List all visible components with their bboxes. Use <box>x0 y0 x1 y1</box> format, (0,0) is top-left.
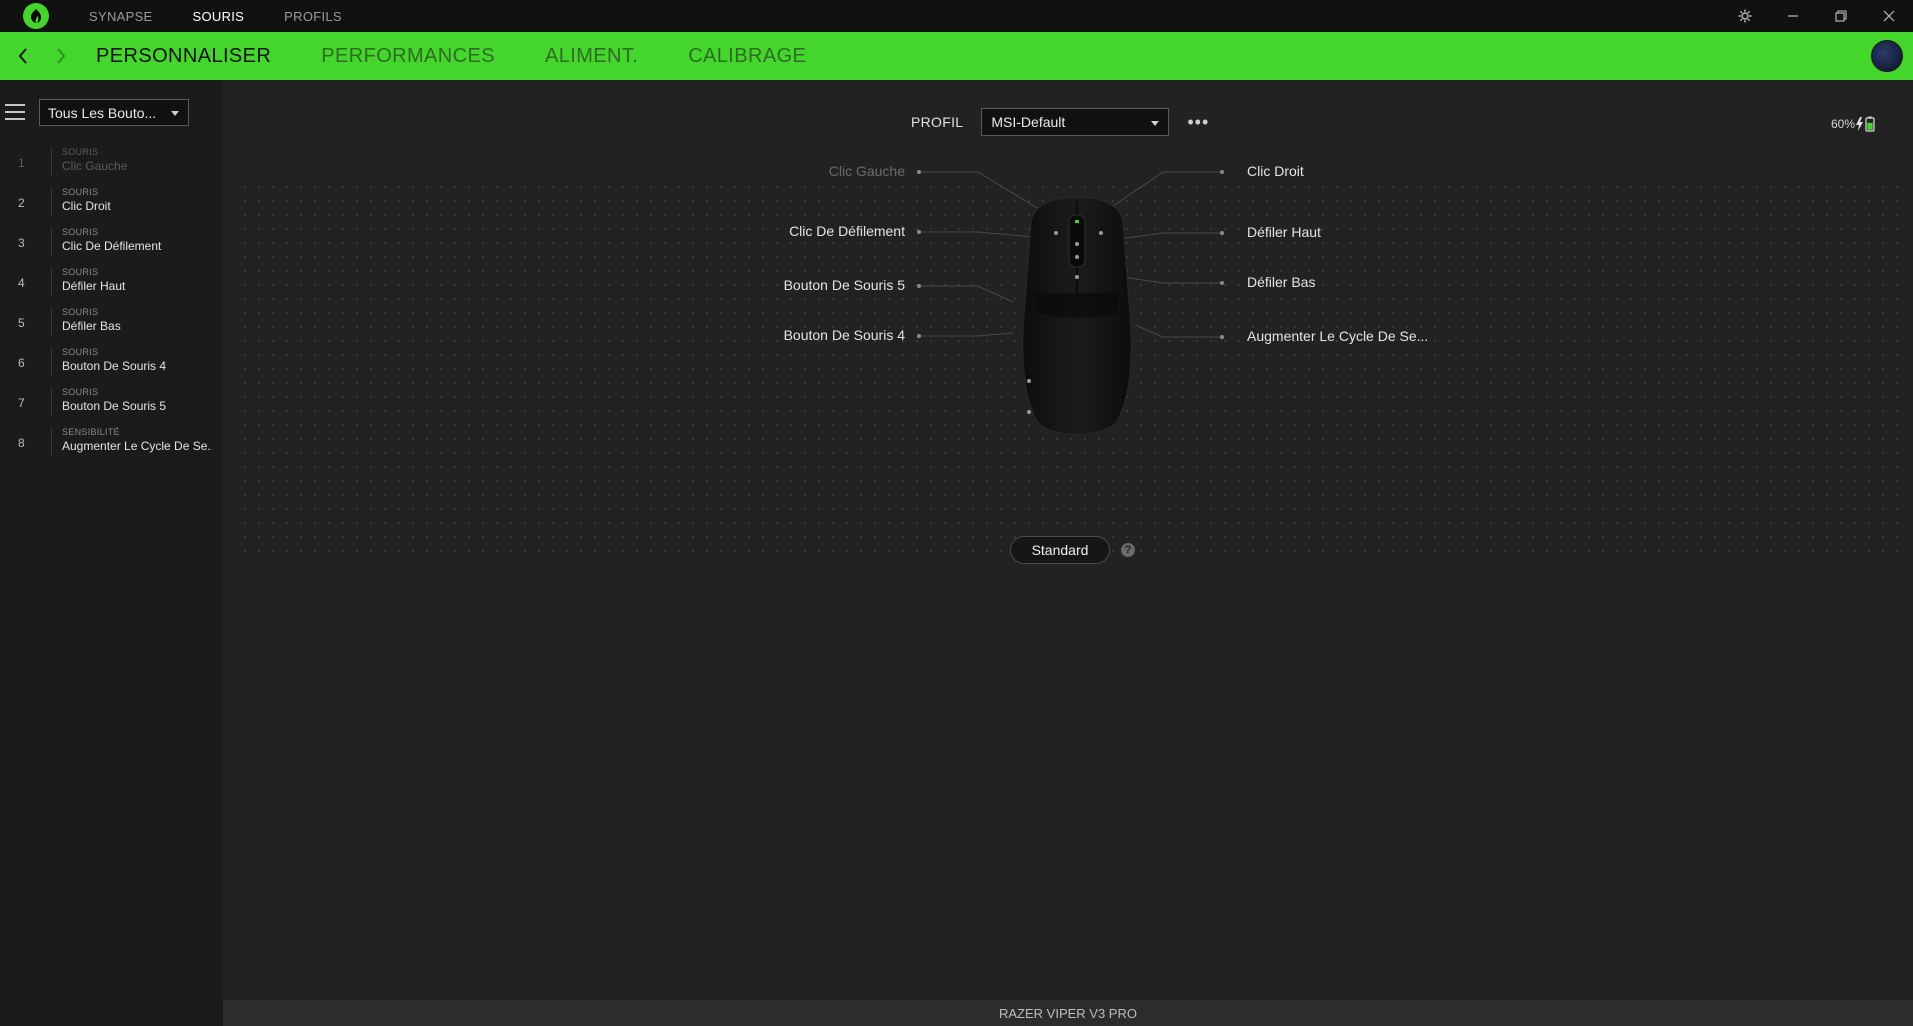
tab-performances[interactable]: PERFORMANCES <box>321 45 495 68</box>
device-name: RAZER VIPER V3 PRO <box>999 1005 1137 1021</box>
help-icon[interactable]: ? <box>1121 543 1135 557</box>
button-filter-value: Tous Les Bouto... <box>48 105 157 121</box>
window-controls <box>1721 0 1913 32</box>
button-label: Clic Droit <box>62 199 111 213</box>
button-category: SOURIS <box>62 147 99 157</box>
chevron-down-icon <box>171 111 179 116</box>
button-category: SENSIBILITÉ <box>62 427 120 437</box>
button-label: Bouton De Souris 5 <box>62 399 167 413</box>
button-number: 4 <box>18 276 25 290</box>
minimize-icon[interactable] <box>1769 0 1817 32</box>
button-list-item[interactable]: 1 SOURIS Clic Gauche <box>0 143 223 183</box>
button-category: SOURIS <box>62 227 99 237</box>
divider <box>51 268 52 296</box>
device-footer: RAZER VIPER V3 PRO <box>223 1000 1913 1026</box>
button-list-item[interactable]: 4 SOURIS Défiler Haut <box>0 263 223 303</box>
standard-mode-button[interactable]: Standard <box>1010 536 1110 564</box>
tab-profils[interactable]: PROFILS <box>284 9 342 24</box>
hamburger-menu-icon[interactable] <box>5 104 25 120</box>
button-label: Clic Gauche <box>62 159 128 173</box>
title-bar: SYNAPSE SOURIS PROFILS <box>0 0 1913 32</box>
tab-aliment[interactable]: ALIMENT. <box>545 45 638 68</box>
button-category: SOURIS <box>62 347 99 357</box>
button-list: 1 SOURIS Clic Gauche 2 SOURIS Clic Droit… <box>0 143 223 463</box>
button-number: 3 <box>18 236 25 250</box>
callout-defiler-haut[interactable]: Défiler Haut <box>1247 224 1321 240</box>
button-number: 1 <box>18 156 25 170</box>
button-category: SOURIS <box>62 187 99 197</box>
restore-icon[interactable] <box>1817 0 1865 32</box>
callout-clic-defilement[interactable]: Clic De Défilement <box>685 223 905 239</box>
main-panel: PROFIL MSI-Default ••• 60% Clic Gauche C… <box>223 80 1913 1000</box>
divider <box>51 308 52 336</box>
button-number: 2 <box>18 196 25 210</box>
callout-clic-droit[interactable]: Clic Droit <box>1247 163 1304 179</box>
divider <box>51 228 52 256</box>
button-list-item[interactable]: 3 SOURIS Clic De Défilement <box>0 223 223 263</box>
button-number: 7 <box>18 396 25 410</box>
button-number: 5 <box>18 316 25 330</box>
mouse-image <box>1022 196 1132 435</box>
divider <box>51 188 52 216</box>
sidebar: Tous Les Bouto... 1 SOURIS Clic Gauche 2… <box>0 80 223 1026</box>
button-category: SOURIS <box>62 387 99 397</box>
button-label: Défiler Bas <box>62 319 121 333</box>
divider <box>51 428 52 456</box>
callout-clic-gauche[interactable]: Clic Gauche <box>685 163 905 179</box>
divider <box>51 388 52 416</box>
button-label: Défiler Haut <box>62 279 126 293</box>
button-number: 8 <box>18 436 25 450</box>
tab-synapse[interactable]: SYNAPSE <box>89 9 153 24</box>
button-category: SOURIS <box>62 307 99 317</box>
button-filter-dropdown[interactable]: Tous Les Bouto... <box>39 99 189 126</box>
back-arrow-icon[interactable] <box>10 32 36 80</box>
button-number: 6 <box>18 356 25 370</box>
callout-augmenter-cycle[interactable]: Augmenter Le Cycle De Se... <box>1247 328 1428 344</box>
button-list-item[interactable]: 6 SOURIS Bouton De Souris 4 <box>0 343 223 383</box>
divider <box>51 148 52 176</box>
button-label: Clic De Défilement <box>62 239 162 253</box>
divider <box>51 348 52 376</box>
button-label: Bouton De Souris 4 <box>62 359 167 373</box>
callout-defiler-bas[interactable]: Défiler Bas <box>1247 274 1315 290</box>
button-list-item[interactable]: 5 SOURIS Défiler Bas <box>0 303 223 343</box>
button-category: SOURIS <box>62 267 99 277</box>
nav-bar: PERSONNALISER PERFORMANCES ALIMENT. CALI… <box>0 32 1913 80</box>
settings-gear-icon[interactable] <box>1721 0 1769 32</box>
callout-bouton-souris-4[interactable]: Bouton De Souris 4 <box>685 327 905 343</box>
tab-souris[interactable]: SOURIS <box>193 9 245 24</box>
tab-calibrage[interactable]: CALIBRAGE <box>688 45 806 68</box>
close-icon[interactable] <box>1865 0 1913 32</box>
razer-logo-icon[interactable] <box>23 3 49 29</box>
avatar[interactable] <box>1871 40 1903 72</box>
callout-bouton-souris-5[interactable]: Bouton De Souris 5 <box>685 277 905 293</box>
forward-arrow-icon[interactable] <box>48 32 74 80</box>
button-list-item[interactable]: 7 SOURIS Bouton De Souris 5 <box>0 383 223 423</box>
button-list-item[interactable]: 2 SOURIS Clic Droit <box>0 183 223 223</box>
button-list-item[interactable]: 8 SENSIBILITÉ Augmenter Le Cycle De Se..… <box>0 423 223 463</box>
tab-personnaliser[interactable]: PERSONNALISER <box>96 45 271 68</box>
button-label: Augmenter Le Cycle De Se... <box>62 439 212 453</box>
